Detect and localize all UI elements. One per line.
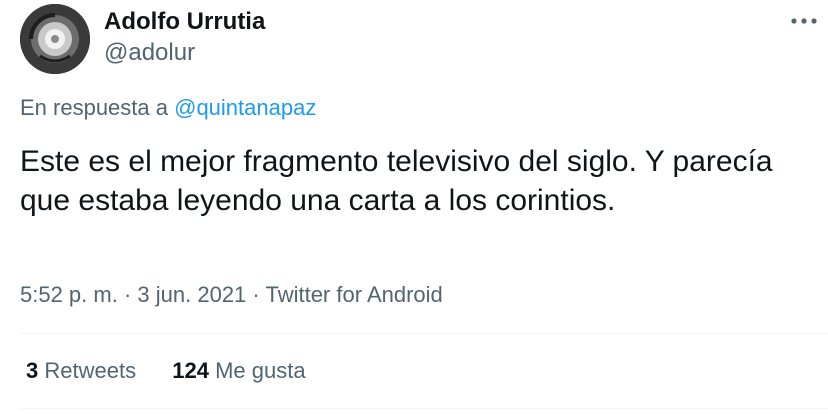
meta-separator: · (123, 282, 132, 307)
tweet-time[interactable]: 5:52 p. m. (20, 282, 118, 307)
author-display-name[interactable]: Adolfo Urrutia (104, 8, 265, 36)
tweet-meta: 5:52 p. m. · 3 jun. 2021 · Twitter for A… (20, 280, 443, 310)
avatar-image (20, 4, 90, 74)
reply-prefix: En respuesta a (20, 95, 168, 120)
more-options-button[interactable] (786, 8, 822, 34)
divider (20, 408, 828, 409)
avatar[interactable] (20, 4, 90, 74)
tweet-date[interactable]: 3 jun. 2021 (137, 282, 246, 307)
divider (20, 333, 828, 334)
retweets-count: 3 (26, 358, 39, 383)
tweet-text: Este es el mejor fragmento televisivo de… (20, 145, 773, 217)
likes-label: Me gusta (215, 358, 306, 383)
likes-stat[interactable]: 124 Me gusta (172, 356, 305, 386)
likes-count: 124 (172, 358, 209, 383)
tweet-source-link[interactable]: Twitter for Android (265, 282, 442, 307)
retweets-label: Retweets (44, 358, 137, 383)
tweet-stats: 3 Retweets 124 Me gusta (26, 356, 336, 386)
author-handle[interactable]: @adolur (104, 39, 195, 67)
more-options-icon (791, 18, 817, 24)
reply-context: En respuesta a @quintanapaz (20, 93, 316, 123)
reply-mention-link[interactable]: @quintanapaz (174, 95, 316, 120)
retweets-stat[interactable]: 3 Retweets (26, 356, 136, 386)
meta-separator: · (252, 282, 260, 307)
